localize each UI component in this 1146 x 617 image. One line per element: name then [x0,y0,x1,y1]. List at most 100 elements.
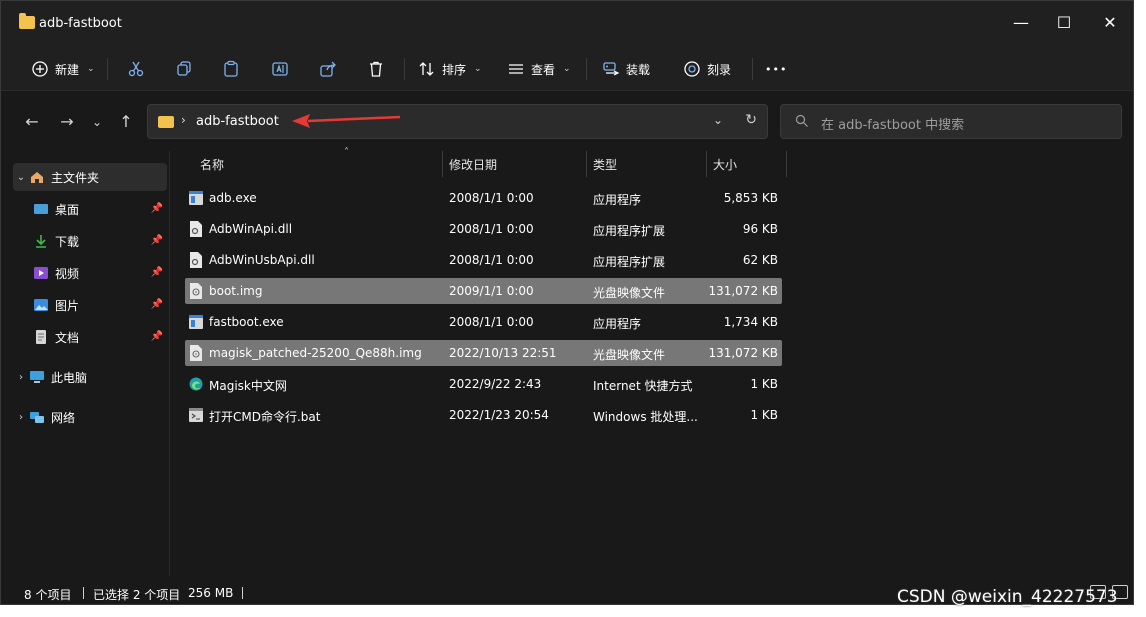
more-options-button[interactable]: ••• [765,56,787,82]
column-header-date[interactable]: 修改日期 [449,151,585,177]
sort-label: 排序 [442,62,467,77]
window-title: adb-fastboot [39,16,122,31]
forward-arrow-icon[interactable]: → [58,113,76,131]
file-name: Magisk中文网 [209,379,287,393]
video-icon [34,267,48,279]
share-button[interactable] [319,56,337,82]
column-header-label: 大小 [713,157,738,172]
picture-icon [34,299,48,311]
file-row[interactable]: AdbWinApi.dll 2008/1/1 0:00 应用程序扩展 96 KB [185,216,782,242]
back-arrow-icon[interactable]: ← [23,113,41,131]
file-type: 光盘映像文件 [593,286,666,300]
sidebar-item-desktop[interactable]: 桌面 📌 [33,195,167,223]
pin-icon[interactable]: 📌 [151,267,163,278]
rename-icon [272,62,288,76]
column-divider[interactable] [786,151,787,177]
desktop-icon [34,204,48,214]
chevron-down-icon: ⌄ [474,64,482,74]
column-divider[interactable] [586,151,587,177]
sidebar-item-pictures[interactable]: 图片 📌 [33,291,167,319]
title-bar: adb-fastboot — ☐ ✕ [1,1,1133,46]
pin-icon[interactable]: 📌 [151,203,163,214]
file-size: 62 KB [742,253,778,267]
file-date: 2022/10/13 22:51 [449,346,557,360]
chevron-down-icon: ⌄ [87,64,95,74]
column-divider[interactable] [442,151,443,177]
view-button[interactable]: 查看 ⌄ [507,56,571,82]
sidebar-item-network[interactable]: › 网络 [13,403,167,431]
sidebar-item-home[interactable]: ⌄ 主文件夹 [13,163,167,191]
chevron-down-icon[interactable]: ⌄ [13,172,29,183]
rename-button[interactable] [271,56,289,82]
address-bar[interactable]: › adb-fastboot ⌄ ↻ [147,104,768,139]
column-header-size[interactable]: 大小 [713,151,783,177]
status-divider [83,587,84,599]
dll-icon [190,221,202,237]
pin-icon[interactable]: 📌 [151,331,163,342]
mount-button[interactable]: 装载 [602,56,650,82]
burn-button[interactable]: 刻录 [683,56,731,82]
file-size: 96 KB [742,222,778,236]
cut-button[interactable] [127,56,145,82]
column-header-type[interactable]: 类型 [593,151,705,177]
sidebar-item-label: 图片 [55,298,80,313]
file-row[interactable]: 打开CMD命令行.bat 2022/1/23 20:54 Windows 批处理… [185,402,782,428]
file-row[interactable]: fastboot.exe 2008/1/1 0:00 应用程序 1,734 KB [185,309,782,335]
file-size: 1 KB [750,408,778,422]
watermark-text: CSDN @weixin_42227573 [897,587,1118,607]
maximize-button[interactable]: ☐ [1054,13,1074,33]
search-box[interactable]: 在 adb-fastboot 中搜索 [780,104,1122,139]
file-name: adb.exe [209,191,257,205]
file-list: ˄ 名称 修改日期 类型 大小 adb.exe 2008/1/1 0:00 应用… [170,147,1133,576]
file-size: 131,072 KB [708,284,778,298]
new-button[interactable]: 新建 ⌄ [31,56,95,82]
selection-count: 已选择 2 个项目 [93,588,181,602]
breadcrumb-path[interactable]: adb-fastboot [196,114,279,129]
download-icon [36,235,46,248]
folder-icon [158,116,174,128]
mount-drive-icon [603,62,620,76]
edge-icon [189,377,203,391]
img-icon [190,283,202,299]
file-type: 光盘映像文件 [593,348,666,362]
chevron-right-icon[interactable]: › [13,372,29,383]
file-date: 2008/1/1 0:00 [449,222,534,236]
file-row[interactable]: magisk_patched-25200_Qe88h.img 2022/10/1… [185,340,782,366]
address-history-chevron-icon[interactable]: ⌄ [713,113,723,127]
file-row[interactable]: adb.exe 2008/1/1 0:00 应用程序 5,853 KB [185,185,782,211]
paste-button[interactable] [222,56,240,82]
file-row[interactable]: AdbWinUsbApi.dll 2008/1/1 0:00 应用程序扩展 62… [185,247,782,273]
delete-button[interactable] [367,56,385,82]
sidebar-item-label: 桌面 [55,202,80,217]
sidebar-item-label: 网络 [51,410,76,425]
file-row[interactable]: Magisk中文网 2022/9/22 2:43 Internet 快捷方式 1… [185,371,782,397]
pin-icon[interactable]: 📌 [151,299,163,310]
file-name: boot.img [209,284,263,298]
pin-icon[interactable]: 📌 [151,235,163,246]
search-placeholder: 在 adb-fastboot 中搜索 [821,118,965,133]
sidebar-item-downloads[interactable]: 下载 📌 [33,227,167,255]
sidebar-item-this-pc[interactable]: › 此电脑 [13,363,167,391]
sort-button[interactable]: 排序 ⌄ [418,56,482,82]
close-button[interactable]: ✕ [1100,13,1120,33]
document-icon [36,330,46,344]
refresh-icon[interactable]: ↻ [745,112,757,128]
recent-locations-chevron-icon[interactable]: ⌄ [88,113,106,131]
file-row[interactable]: boot.img 2009/1/1 0:00 光盘映像文件 131,072 KB [185,278,782,304]
column-header-name[interactable]: ˄ 名称 [200,147,440,177]
sidebar-item-label: 主文件夹 [51,170,100,185]
column-header-label: 名称 [200,157,225,172]
sidebar-item-videos[interactable]: 视频 📌 [33,259,167,287]
up-arrow-icon[interactable]: ↑ [117,113,135,131]
copy-icon [177,61,191,76]
file-size: 1 KB [750,377,778,391]
chevron-right-icon[interactable]: › [13,412,29,423]
sidebar-item-documents[interactable]: 文档 📌 [33,323,167,351]
folder-icon [19,13,35,29]
column-divider[interactable] [706,151,707,177]
minimize-button[interactable]: — [1011,13,1031,33]
toolbar-divider [404,58,405,80]
chevron-right-icon[interactable]: › [181,113,186,127]
plus-circle-icon [32,61,48,77]
copy-button[interactable] [175,56,193,82]
